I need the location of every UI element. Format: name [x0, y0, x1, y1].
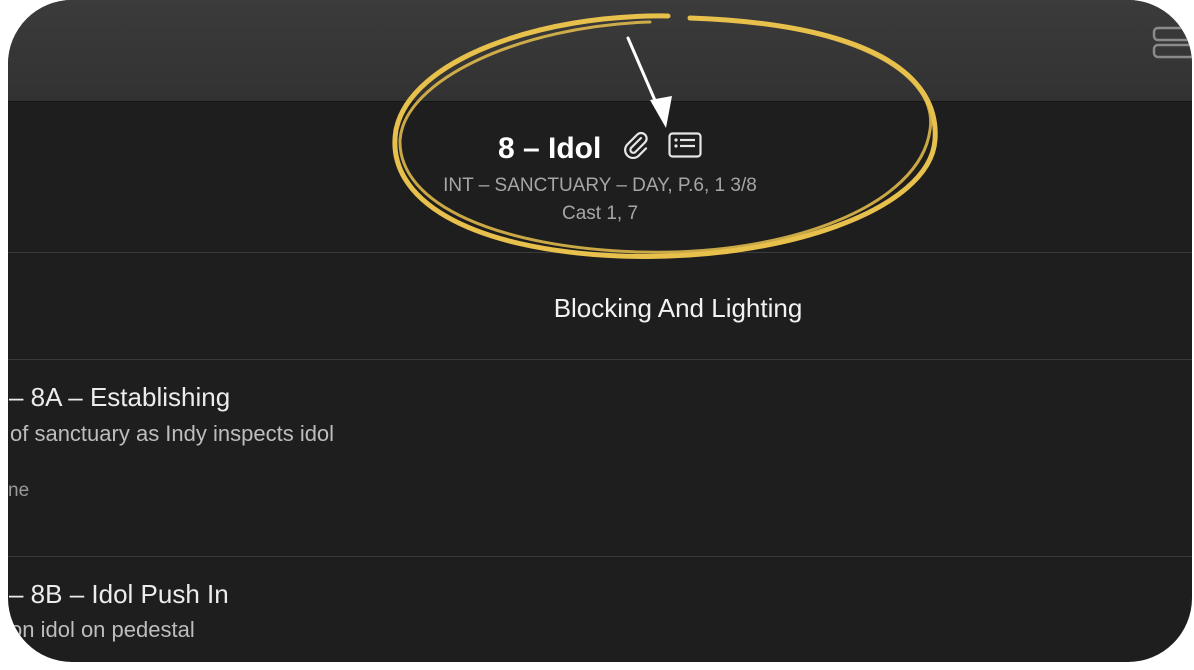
shot-description: of sanctuary as Indy inspects idol — [10, 421, 335, 446]
section-header[interactable]: Blocking And Lighting — [8, 253, 1192, 360]
scene-header[interactable]: 8 – Idol INT – SANCTUARY – DAY, P.6, 1 3… — [8, 102, 1192, 253]
paperclip-icon[interactable] — [620, 129, 650, 169]
script-card-icon[interactable] — [668, 130, 702, 168]
scene-title: 8 – Idol — [497, 132, 602, 166]
shot-title: – 8B – Idol Push In — [9, 579, 229, 609]
toolbar — [8, 0, 1192, 102]
scene-cast: Cast 1, 7 — [561, 203, 639, 224]
shot-extra: ne — [8, 480, 30, 501]
shot-row-8a[interactable]: – 8A – Establishing of sanctuary as Indy… — [8, 360, 1192, 557]
scene-title-row: 8 – Idol — [8, 129, 1192, 169]
shot-description: on idol on pedestal — [10, 617, 195, 642]
section-title: Blocking And Lighting — [553, 293, 803, 323]
sidebar-toggle-icon[interactable] — [1152, 26, 1192, 60]
scene-meta: INT – SANCTUARY – DAY, P.6, 1 3/8 Cast 1… — [8, 172, 1192, 228]
scene-slugline: INT – SANCTUARY – DAY, P.6, 1 3/8 — [443, 175, 757, 196]
shot-row-8b[interactable]: – 8B – Idol Push In on idol on pedestal — [8, 557, 1192, 662]
app-window: 8 – Idol INT – SANCTUARY – DAY, P.6, 1 3… — [8, 0, 1192, 662]
shot-title: – 8A – Establishing — [9, 382, 231, 412]
